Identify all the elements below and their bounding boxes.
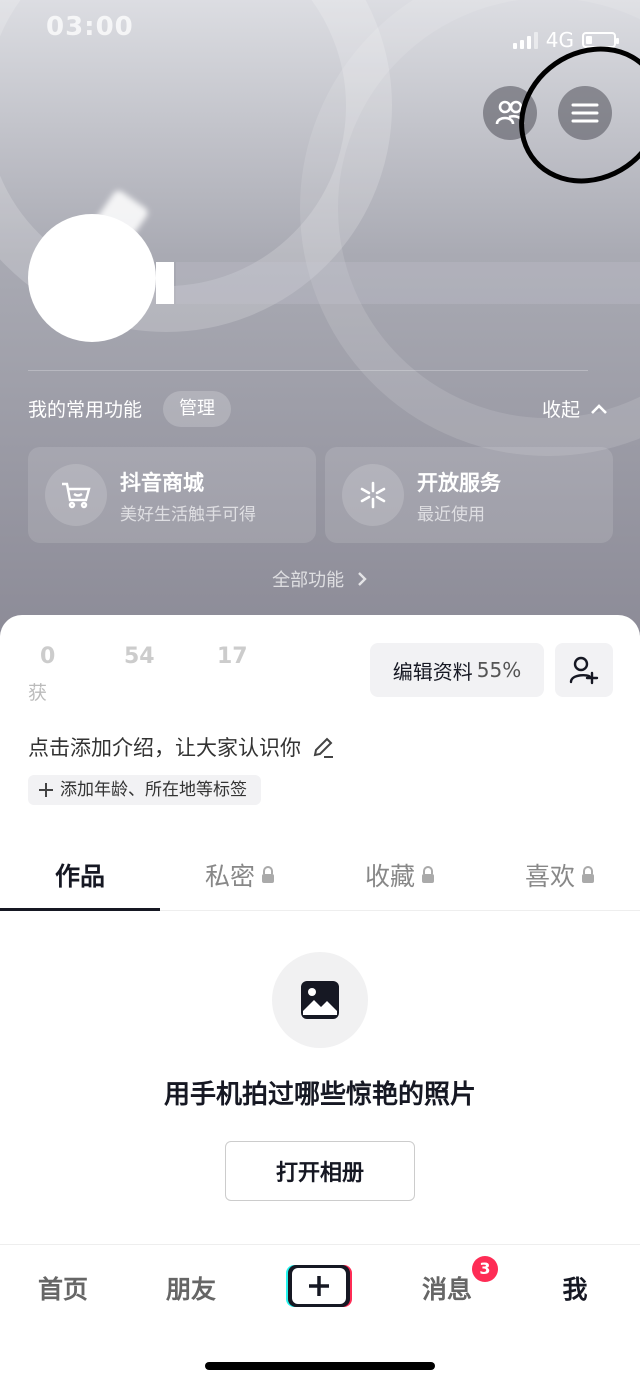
collapse-label: 收起 (541, 399, 580, 421)
card-subtitle: 美好生活触手可得 (120, 505, 256, 525)
signal-icon (512, 31, 538, 49)
tab-favorites[interactable]: 收藏 (320, 840, 480, 910)
stat-value[interactable]: 0 (40, 644, 55, 669)
plus-icon (39, 783, 53, 797)
tab-likes[interactable]: 喜欢 (480, 840, 640, 910)
nav-home[interactable]: 首页 (8, 1270, 118, 1306)
lock-icon (262, 866, 274, 883)
stat-label: 获 (28, 682, 48, 704)
chevron-up-icon (591, 403, 607, 414)
all-functions-label: 全部功能 (272, 570, 345, 591)
manage-button[interactable]: 管理 (163, 391, 231, 427)
status-time: 03:00 (46, 12, 134, 42)
profile-completion: 55% (476, 658, 522, 682)
edit-profile-label: 编辑资料 (392, 659, 473, 684)
add-user-icon (569, 656, 599, 685)
tab-label: 喜欢 (524, 862, 575, 891)
stat-value[interactable]: 54 (124, 644, 155, 669)
nav-friends[interactable]: 朋友 (136, 1270, 246, 1306)
cart-icon (45, 464, 107, 526)
plus-icon (286, 1265, 352, 1307)
add-friend-button[interactable] (555, 643, 613, 697)
intro-text: 点击添加介绍，让大家认识你 (28, 736, 301, 760)
tab-label: 作品 (54, 862, 105, 891)
username-redacted (176, 262, 640, 304)
open-album-button[interactable]: 打开相册 (225, 1141, 415, 1201)
nav-me[interactable]: 我 (520, 1270, 630, 1306)
avatar[interactable] (28, 214, 156, 342)
card-subtitle: 最近使用 (417, 505, 485, 525)
image-icon (272, 952, 368, 1048)
collapse-button[interactable]: 收起 (542, 395, 608, 422)
card-title: 开放服务 (417, 471, 501, 495)
add-intro-link[interactable]: 点击添加介绍，让大家认识你 (28, 732, 335, 762)
lock-icon (422, 866, 434, 883)
tab-private[interactable]: 私密 (160, 840, 320, 910)
divider (28, 370, 588, 371)
all-functions-link[interactable]: 全部功能 (0, 566, 640, 592)
home-indicator[interactable] (205, 1362, 435, 1370)
messages-badge: 3 (472, 1256, 498, 1282)
tab-label: 私密 (204, 862, 255, 891)
chevron-right-icon (358, 572, 367, 586)
lock-icon (582, 866, 594, 883)
empty-state-text: 用手机拍过哪些惊艳的照片 (163, 1080, 476, 1110)
pencil-icon (313, 737, 333, 758)
create-button[interactable] (285, 1263, 353, 1309)
functions-title: 我的常用功能 (28, 399, 143, 421)
add-tags-button[interactable]: 添加年龄、所在地等标签 (28, 775, 261, 805)
stat-value[interactable]: 17 (217, 644, 248, 669)
card-title: 抖音商城 (120, 471, 204, 495)
add-tags-label: 添加年龄、所在地等标签 (60, 780, 247, 800)
network-label: 4G (545, 28, 574, 52)
content-tabs: 作品 私密 收藏 喜欢 (0, 840, 640, 911)
service-icon (342, 464, 404, 526)
function-card-mall[interactable]: 抖音商城 美好生活触手可得 (28, 447, 316, 543)
tab-label: 收藏 (364, 862, 415, 891)
edit-profile-button[interactable]: 编辑资料 55% (370, 643, 544, 697)
tab-works[interactable]: 作品 (0, 840, 160, 911)
bottom-nav: 首页 朋友 消息 3 我 (0, 1244, 640, 1387)
function-card-service[interactable]: 开放服务 最近使用 (325, 447, 613, 543)
username-redacted (156, 262, 174, 304)
